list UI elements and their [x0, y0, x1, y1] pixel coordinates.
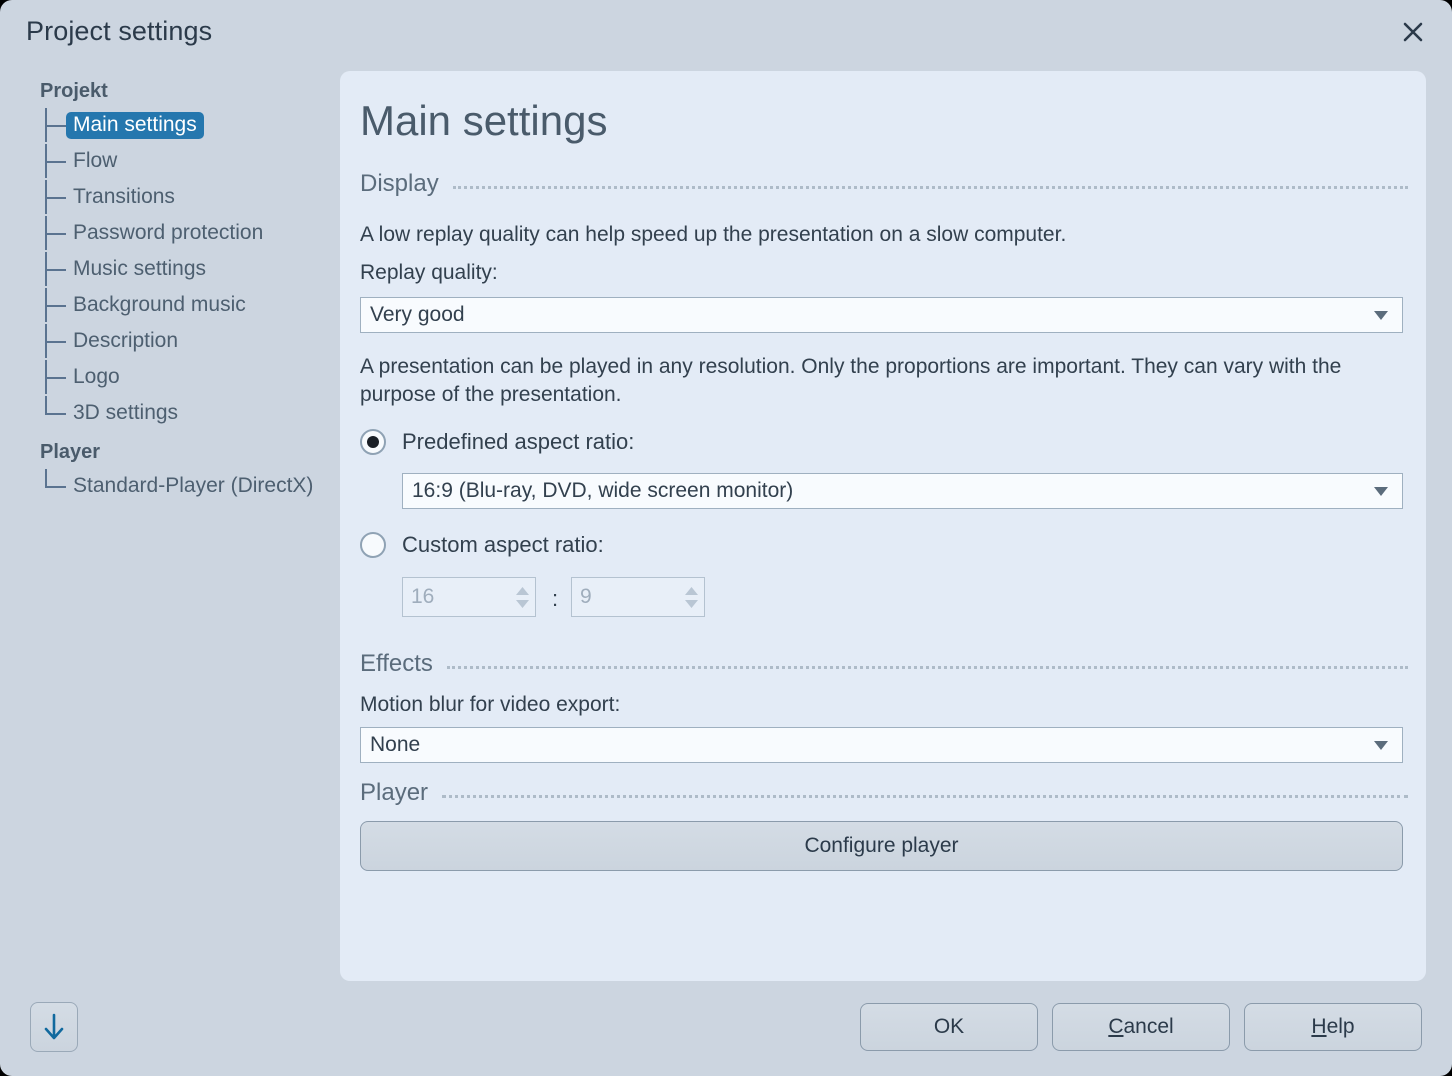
sidebar-item-label: Password protection [66, 220, 270, 247]
tree-connector-icon [40, 361, 66, 394]
help-button-label: Help [1311, 1015, 1354, 1039]
tree-connector-icon [40, 289, 66, 322]
sidebar-item-label: Background music [66, 292, 253, 319]
custom-height-value: 9 [572, 585, 678, 609]
tree-group-projekt-label: Projekt [40, 80, 108, 103]
sidebar-item-label: Description [66, 328, 185, 355]
predefined-aspect-ratio-value: 16:9 (Blu-ray, DVD, wide screen monitor) [403, 479, 1374, 503]
sidebar-item-music-settings[interactable]: Music settings [40, 253, 213, 286]
sidebar-item-label: Music settings [66, 256, 213, 283]
sidebar-item-label: Logo [66, 364, 127, 391]
display-description: A low replay quality can help speed up t… [360, 221, 1400, 249]
section-header-display: Display [360, 169, 1408, 199]
ratio-separator: : [552, 586, 558, 612]
section-header-display-label: Display [360, 170, 439, 198]
chevron-down-icon [1374, 487, 1402, 496]
custom-width-value: 16 [403, 585, 509, 609]
predefined-aspect-ratio-label: Predefined aspect ratio: [402, 429, 634, 455]
radio-selected-icon [360, 429, 386, 455]
sidebar-item-label: Flow [66, 148, 124, 175]
motion-blur-value: None [361, 733, 1374, 757]
configure-player-label: Configure player [804, 834, 958, 858]
sidebar-item-label: Main settings [66, 112, 204, 139]
sidebar-item-standard-player[interactable]: Standard-Player (DirectX) [40, 470, 320, 503]
title-bar: Project settings [0, 0, 1452, 62]
section-header-effects: Effects [360, 649, 1408, 679]
tree-connector-icon [40, 253, 66, 286]
ok-button[interactable]: OK [860, 1003, 1038, 1051]
section-rule [453, 186, 1408, 189]
predefined-aspect-ratio-radio[interactable]: Predefined aspect ratio: [360, 429, 634, 455]
tree-group-player-label: Player [40, 441, 100, 464]
tree-connector-icon [40, 109, 66, 142]
tree-connector-icon [40, 470, 66, 503]
close-icon[interactable] [1392, 12, 1434, 52]
cancel-button-label: Cancel [1108, 1015, 1173, 1039]
section-rule [447, 666, 1408, 669]
sidebar-item-label: Transitions [66, 184, 182, 211]
tree-connector-icon [40, 397, 66, 430]
sidebar-item-label: Standard-Player (DirectX) [66, 473, 320, 500]
resolution-note: A presentation can be played in any reso… [360, 353, 1390, 409]
chevron-down-icon [1374, 741, 1402, 750]
panel-heading: Main settings [360, 97, 607, 145]
help-button[interactable]: Help [1244, 1003, 1422, 1051]
cancel-button[interactable]: Cancel [1052, 1003, 1230, 1051]
stepper-arrows-icon [509, 578, 535, 616]
section-header-player-label: Player [360, 779, 428, 807]
section-header-player: Player [360, 778, 1408, 808]
page-title: Project settings [26, 16, 212, 47]
ok-button-label: OK [934, 1015, 964, 1039]
replay-quality-label: Replay quality: [360, 261, 498, 285]
section-rule [442, 795, 1408, 798]
chevron-down-icon [1374, 311, 1402, 320]
settings-tree: Projekt Main settings Flow Transitions P… [0, 70, 340, 980]
tree-connector-icon [40, 181, 66, 214]
configure-player-button[interactable]: Configure player [360, 821, 1403, 871]
predefined-aspect-ratio-select[interactable]: 16:9 (Blu-ray, DVD, wide screen monitor) [402, 473, 1403, 509]
main-settings-panel: Main settings Display A low replay quali… [340, 71, 1426, 981]
project-settings-dialog: Project settings Projekt Main settings F… [0, 0, 1452, 1076]
sidebar-item-logo[interactable]: Logo [40, 361, 127, 394]
sidebar-item-main-settings[interactable]: Main settings [40, 109, 204, 142]
sidebar-item-label: 3D settings [66, 400, 185, 427]
sidebar-item-description[interactable]: Description [40, 325, 185, 358]
sidebar-item-3d-settings[interactable]: 3D settings [40, 397, 185, 430]
replay-quality-value: Very good [361, 303, 1374, 327]
arrow-down-icon[interactable] [30, 1002, 78, 1052]
motion-blur-select[interactable]: None [360, 727, 1403, 763]
tree-connector-icon [40, 145, 66, 178]
section-header-effects-label: Effects [360, 650, 433, 678]
tree-connector-icon [40, 217, 66, 250]
sidebar-item-background-music[interactable]: Background music [40, 289, 253, 322]
sidebar-item-password-protection[interactable]: Password protection [40, 217, 270, 250]
motion-blur-label: Motion blur for video export: [360, 693, 620, 717]
sidebar-item-transitions[interactable]: Transitions [40, 181, 182, 214]
stepper-arrows-icon [678, 578, 704, 616]
custom-aspect-ratio-radio[interactable]: Custom aspect ratio: [360, 532, 604, 558]
custom-aspect-ratio-label: Custom aspect ratio: [402, 532, 604, 558]
radio-unselected-icon [360, 532, 386, 558]
tree-connector-icon [40, 325, 66, 358]
replay-quality-select[interactable]: Very good [360, 297, 1403, 333]
sidebar-item-flow[interactable]: Flow [40, 145, 124, 178]
custom-width-stepper[interactable]: 16 [402, 577, 536, 617]
custom-height-stepper[interactable]: 9 [571, 577, 705, 617]
